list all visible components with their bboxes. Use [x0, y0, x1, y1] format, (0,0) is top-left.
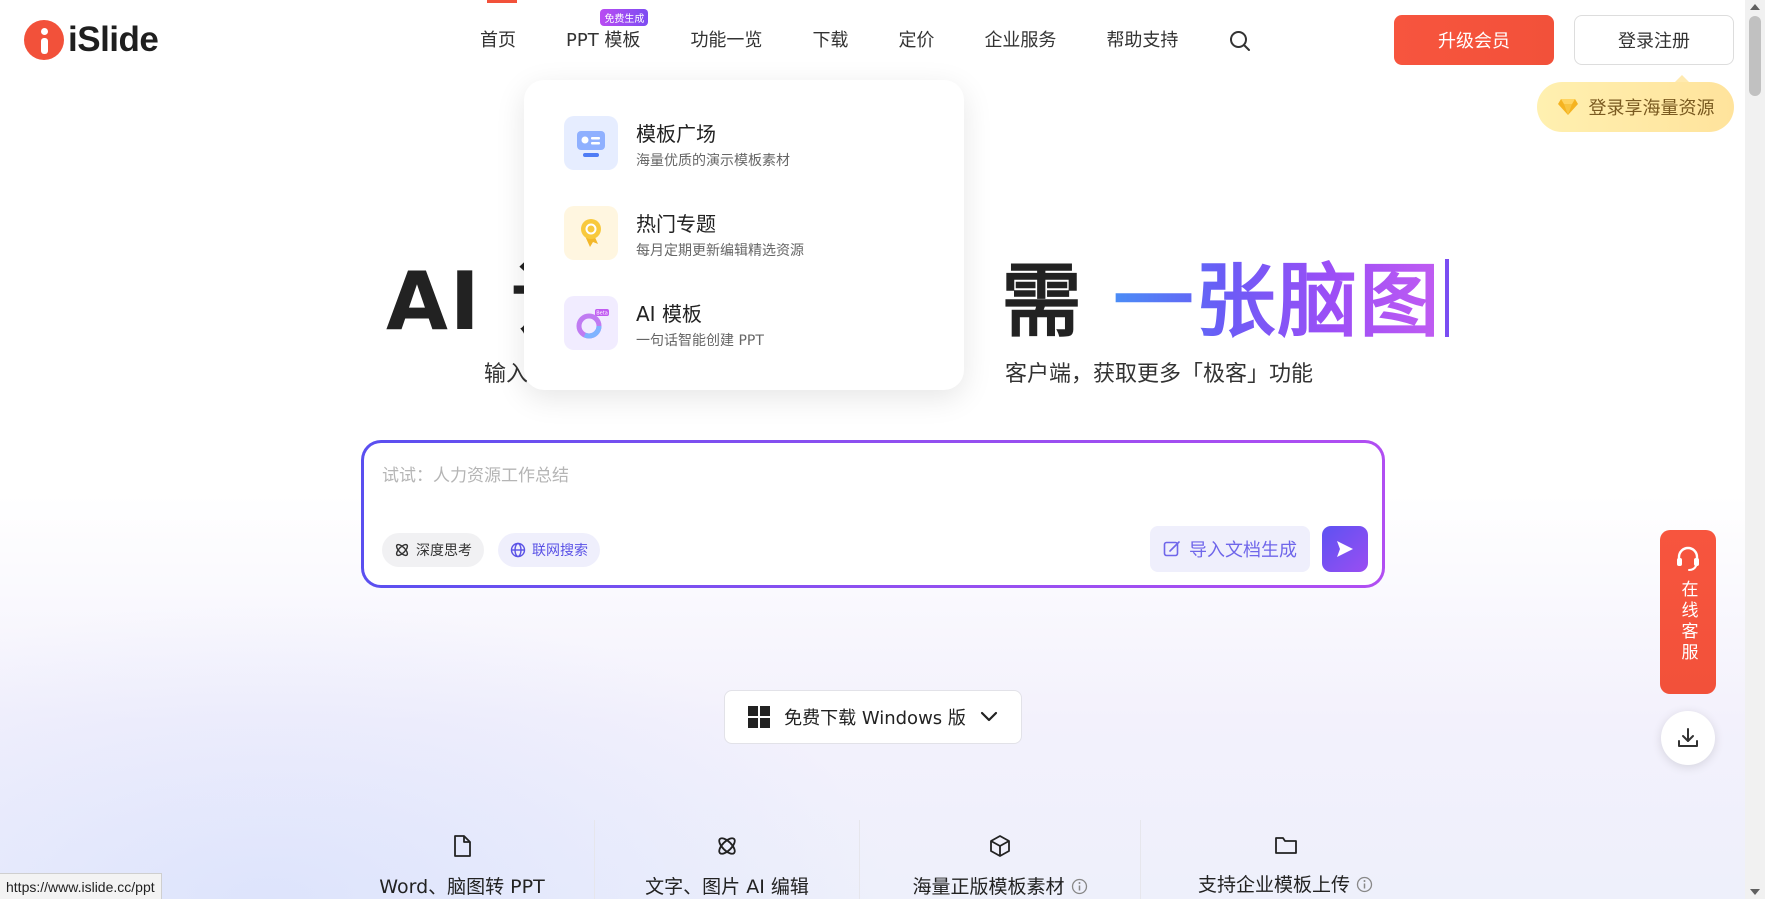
ppt-template-dropdown: 模板广场 海量优质的演示模板素材 热门专题 每月定期更新编辑精选资源 Beta …	[524, 80, 964, 390]
deep-think-label: 深度思考	[416, 543, 472, 559]
logo[interactable]: iSlide	[24, 20, 159, 60]
dropdown-item-hot-topics[interactable]: 热门专题 每月定期更新编辑精选资源	[524, 206, 964, 296]
nav-item-help[interactable]: 帮助支持	[1106, 26, 1178, 52]
dropdown-item-template-plaza[interactable]: 模板广场 海量优质的演示模板素材	[524, 116, 964, 206]
nav-item-download[interactable]: 下载	[812, 26, 848, 52]
login-tip-text: 登录享海量资源	[1588, 98, 1715, 119]
atom-icon	[718, 837, 736, 855]
edit-document-icon	[1163, 541, 1180, 557]
feature-item: 文字、图片 AI 编辑	[595, 820, 859, 899]
feature-label: 支持企业模板上传	[1141, 870, 1430, 897]
site-header: iSlide 首页 PPT 模板 免费生成 功能一览 下载 定价 企业服务 帮助…	[0, 0, 1745, 84]
chevron-down-icon	[980, 711, 997, 722]
nav-item-enterprise[interactable]: 企业服务	[984, 26, 1056, 52]
cube-icon	[990, 835, 1010, 857]
free-generate-badge: 免费生成	[600, 9, 649, 26]
dropdown-item-ai-template[interactable]: Beta AI 模板 一句话智能创建 PPT	[524, 296, 964, 386]
hero-subtitle-part: 输入	[484, 362, 529, 387]
info-icon[interactable]	[1071, 878, 1088, 895]
send-icon	[1337, 541, 1353, 557]
hero-title-highlight: 一张脑图	[1113, 255, 1442, 348]
hero-title-part: 需	[1001, 255, 1084, 348]
nav-item-label: PPT 模板	[566, 30, 641, 51]
feature-label-text: 支持企业模板上传	[1197, 874, 1350, 896]
deep-think-icon	[395, 543, 409, 557]
headset-icon	[1677, 546, 1699, 571]
gem-icon	[1557, 99, 1578, 115]
download-icon	[1678, 728, 1698, 747]
online-service-button[interactable]: 在线客服	[1660, 530, 1716, 694]
features-row: Word、脑图转 PPT 文字、图片 AI 编辑 海量正版模板素材 支持企业模板…	[330, 820, 1430, 899]
online-service-label: 在线客服	[1677, 580, 1698, 664]
dropdown-item-desc: 一句话智能创建 PPT	[636, 333, 764, 349]
side-download-button[interactable]	[1661, 711, 1715, 765]
login-register-button[interactable]: 登录注册	[1574, 15, 1734, 65]
page-scrollbar[interactable]	[1745, 0, 1765, 899]
ai-template-icon: Beta	[564, 296, 618, 350]
login-tip-bubble[interactable]: 登录享海量资源	[1537, 75, 1734, 132]
dropdown-item-desc: 海量优质的演示模板素材	[636, 153, 790, 169]
medal-icon	[564, 206, 618, 260]
logo-mark-icon	[24, 20, 64, 60]
feature-label: Word、脑图转 PPT	[379, 876, 545, 898]
download-windows-label: 免费下载 Windows 版	[784, 708, 966, 729]
nav-item-home[interactable]: 首页	[480, 0, 517, 52]
feature-item: 支持企业模板上传	[1141, 820, 1430, 899]
info-icon[interactable]	[1356, 876, 1373, 893]
logo-text: iSlide	[68, 20, 159, 59]
ai-prompt-box: 深度思考 联网搜索 导入文档生成	[361, 440, 1385, 588]
scrollbar-thumb[interactable]	[1749, 16, 1761, 96]
scroll-up-arrow-icon[interactable]	[1750, 4, 1760, 10]
import-document-label: 导入文档生成	[1189, 540, 1297, 561]
web-search-label: 联网搜索	[532, 543, 588, 559]
windows-icon	[748, 706, 771, 728]
folder-icon	[1274, 837, 1297, 854]
hero-subtitle-part: 客户端，获取更多「极客」功能	[1005, 362, 1314, 387]
document-icon	[454, 835, 471, 857]
nav-item-features[interactable]: 功能一览	[690, 26, 762, 52]
status-bar-url: https://www.islide.cc/ppt	[0, 873, 162, 899]
ai-prompt-input[interactable]	[382, 461, 1342, 491]
web-search-toggle[interactable]: 联网搜索	[498, 533, 600, 567]
nav-item-pricing[interactable]: 定价	[898, 26, 934, 52]
ai-prompt-inner: 深度思考 联网搜索 导入文档生成	[364, 443, 1382, 585]
feature-label-text: 海量正版模板素材	[912, 876, 1065, 898]
download-windows-button[interactable]: 免费下载 Windows 版	[724, 690, 1022, 744]
send-button[interactable]	[1322, 526, 1368, 572]
import-document-button[interactable]: 导入文档生成	[1150, 526, 1310, 572]
dropdown-item-title: AI 模板	[636, 302, 702, 326]
deep-think-toggle[interactable]: 深度思考	[382, 533, 484, 567]
feature-label: 海量正版模板素材	[860, 872, 1140, 899]
nav-item-ppt-template[interactable]: PPT 模板 免费生成	[566, 9, 649, 52]
globe-icon	[510, 542, 526, 558]
upgrade-member-button[interactable]: 升级会员	[1394, 15, 1554, 65]
feature-label: 文字、图片 AI 编辑	[645, 876, 809, 898]
svg-text:Beta: Beta	[596, 311, 608, 317]
typing-cursor	[1445, 259, 1450, 337]
dropdown-item-title: 模板广场	[636, 122, 716, 146]
template-plaza-icon	[564, 116, 618, 170]
dropdown-item-desc: 每月定期更新编辑精选资源	[636, 243, 804, 259]
feature-item: 海量正版模板素材	[860, 820, 1140, 899]
search-icon[interactable]	[1229, 30, 1251, 52]
dropdown-item-title: 热门专题	[636, 212, 716, 236]
scroll-down-arrow-icon[interactable]	[1750, 889, 1760, 895]
feature-item: Word、脑图转 PPT	[330, 820, 594, 899]
main-nav: 首页 PPT 模板 免费生成 功能一览 下载 定价 企业服务 帮助支持	[480, 0, 1228, 52]
